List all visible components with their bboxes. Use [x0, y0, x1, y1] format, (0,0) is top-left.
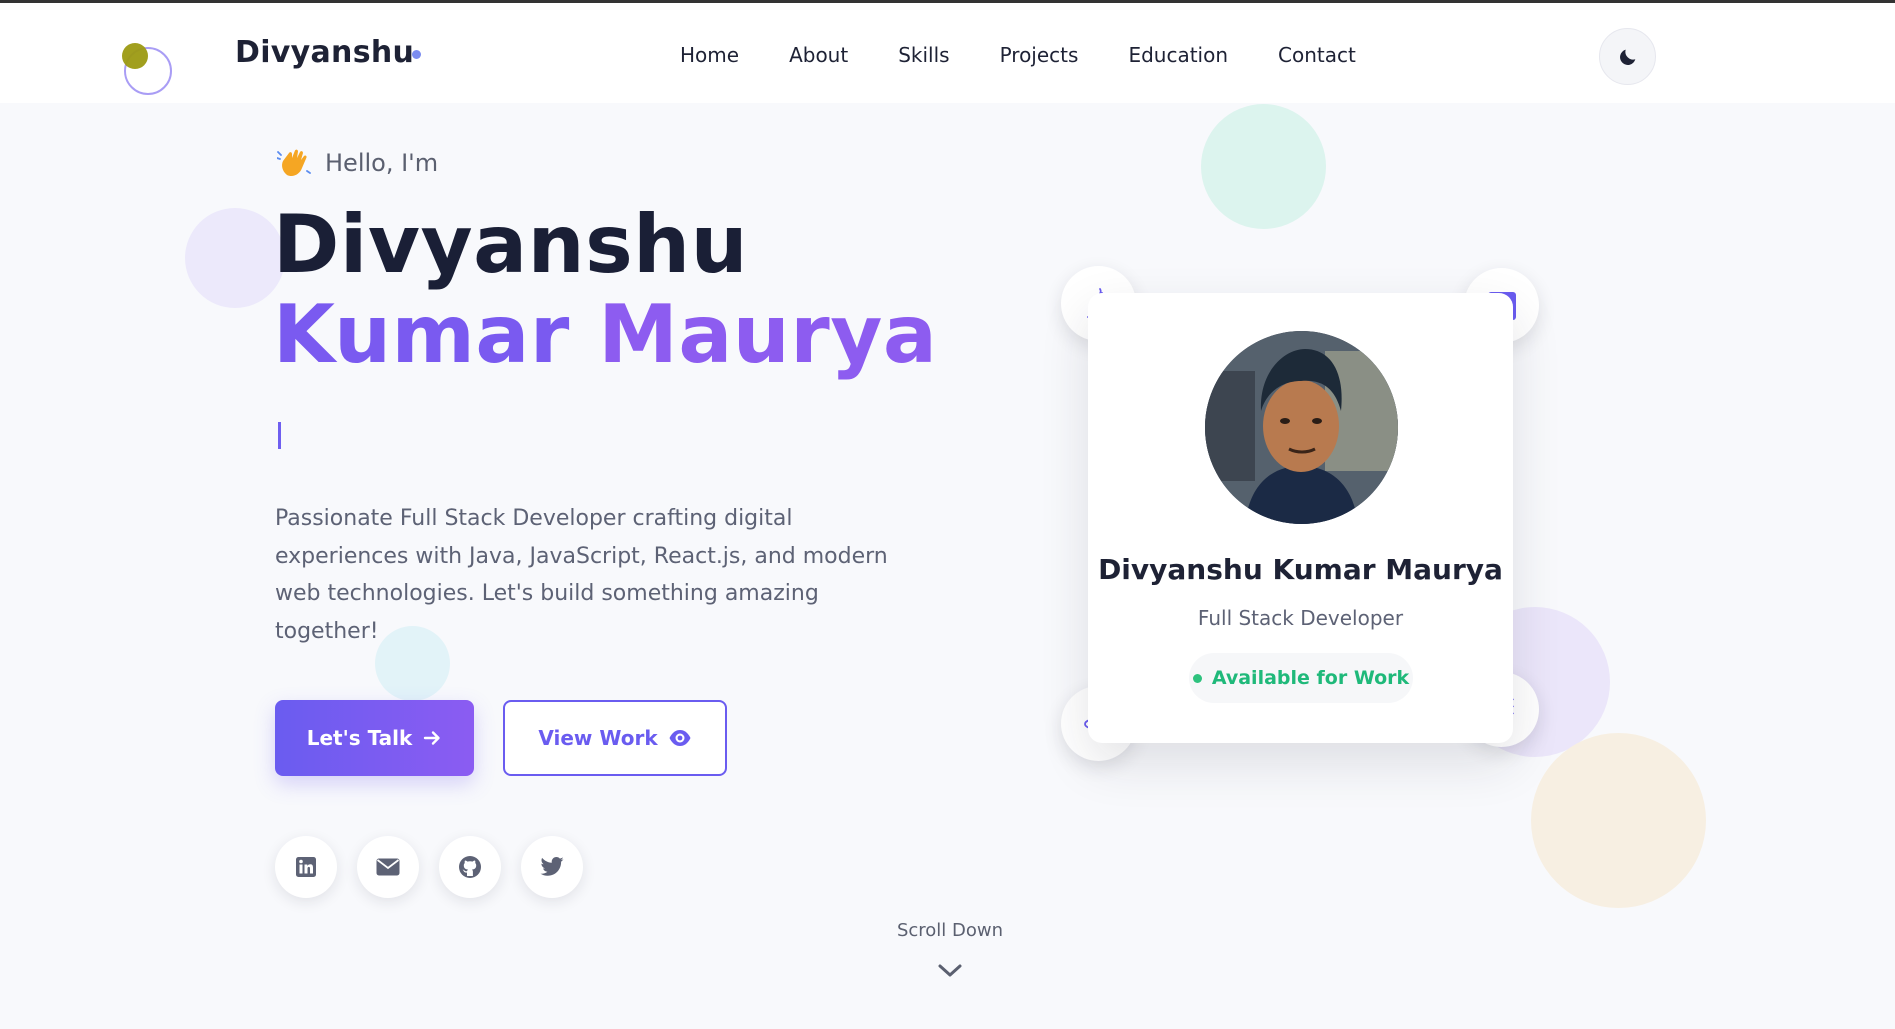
profile-photo: [1205, 331, 1398, 524]
scroll-down-label[interactable]: Scroll Down: [880, 920, 1020, 941]
status-dot-icon: [1192, 673, 1202, 683]
navbar: Divyanshu Home About Skills Projects Edu…: [0, 3, 1895, 103]
hero-bio: Passionate Full Stack Developer crafting…: [275, 506, 888, 644]
decor-circle: [1531, 733, 1706, 908]
decor-circle: [185, 208, 285, 308]
greeting-text: Hello, I'm: [325, 149, 439, 177]
hero-first-name: Divyanshu: [273, 198, 749, 291]
arrow-right-icon: [424, 731, 440, 745]
brand-dot: [412, 50, 421, 59]
profile-card: Divyanshu Kumar Maurya Full Stack Develo…: [1088, 293, 1513, 743]
decor-circle: [1201, 104, 1326, 229]
social-links: [275, 836, 583, 898]
nav-links: Home About Skills Projects Education Con…: [680, 43, 1406, 67]
greeting: Hello, I'm: [277, 147, 438, 179]
profile-avatar: [1205, 331, 1398, 524]
status-text: Available for Work: [1211, 667, 1410, 689]
card-name: Divyanshu Kumar Maurya: [1098, 553, 1503, 586]
logo-icon[interactable]: [122, 43, 174, 95]
github-icon: [459, 856, 481, 878]
lets-talk-label: Let's Talk: [306, 726, 413, 750]
hero-last-name: Kumar Maurya: [273, 295, 937, 375]
typing-cursor: [278, 422, 281, 449]
view-work-button[interactable]: View Work: [503, 700, 727, 776]
twitter-icon: [540, 857, 564, 876]
nav-link-home[interactable]: Home: [680, 43, 739, 67]
twitter-button[interactable]: [521, 836, 583, 898]
waving-hand-icon: [277, 149, 311, 177]
moon-icon: [1619, 49, 1635, 65]
email-button[interactable]: [357, 836, 419, 898]
brand-name[interactable]: Divyanshu: [235, 35, 414, 70]
view-work-label: View Work: [538, 726, 658, 750]
linkedin-button[interactable]: [275, 836, 337, 898]
chevron-down-icon[interactable]: [937, 963, 963, 979]
nav-link-education[interactable]: Education: [1128, 43, 1228, 67]
nav-link-skills[interactable]: Skills: [898, 43, 949, 67]
nav-link-projects[interactable]: Projects: [1000, 43, 1079, 67]
mail-icon: [376, 858, 400, 876]
nav-link-about[interactable]: About: [789, 43, 848, 67]
hero-last-name-part: Maurya: [598, 288, 938, 381]
eye-icon: [669, 730, 691, 746]
lets-talk-button[interactable]: Let's Talk: [275, 700, 474, 776]
github-button[interactable]: [439, 836, 501, 898]
card-role: Full Stack Developer: [1197, 606, 1404, 630]
nav-link-contact[interactable]: Contact: [1278, 43, 1356, 67]
status-badge: Available for Work: [1189, 653, 1413, 703]
theme-toggle-button[interactable]: [1599, 28, 1656, 85]
linkedin-icon: [296, 857, 316, 877]
hero-last-name-part: Kumar: [273, 288, 570, 381]
